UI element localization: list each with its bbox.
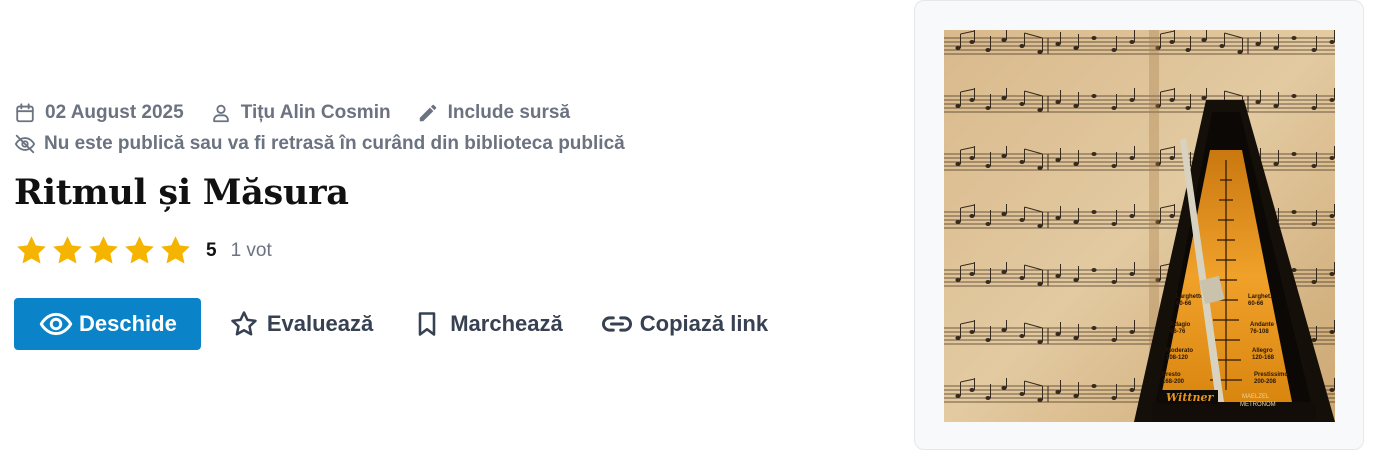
visibility-notice: Nu este publică sau va fi retrasă în cur…: [14, 133, 651, 155]
star-outline-icon: [231, 311, 257, 336]
open-button-label: Deschide: [79, 311, 177, 336]
calendar-icon: [16, 103, 34, 123]
svg-text:66-76: 66-76: [1170, 329, 1186, 335]
svg-text:Larghet.: Larghet.: [1248, 294, 1272, 300]
cover-label-right: METRONOM: [1240, 402, 1276, 408]
cover-image: Larghetto 60-66 Adagio 66-76 Moderato 108-1…: [944, 30, 1335, 422]
svg-text:60-66: 60-66: [1248, 301, 1264, 307]
rate-button-label: Evaluează: [266, 311, 374, 336]
svg-text:Adagio: Adagio: [1170, 322, 1191, 328]
svg-text:Prestissimo: Prestissimo: [1254, 372, 1288, 378]
copy-link-button-label: Copiază link: [639, 311, 769, 336]
svg-text:Andante: Andante: [1250, 322, 1275, 328]
brand-mark: Wittner: [1166, 391, 1214, 404]
cover-label-left: MAELZEL: [1242, 394, 1270, 400]
visibility-text: Nu este publică sau va fi retrasă în cur…: [44, 133, 625, 154]
bookmark-button[interactable]: Marchează: [413, 309, 563, 339]
meta-date: 02 August 2025: [14, 102, 184, 124]
star-icon: [161, 236, 190, 264]
star-icon: [53, 236, 82, 264]
eye-icon: [39, 312, 73, 336]
article-meta: 02 August 2025 Tițu Alin Cosmin Include …: [14, 102, 596, 124]
eye-off-icon: [14, 134, 36, 154]
meta-author[interactable]: Tițu Alin Cosmin: [210, 102, 391, 124]
svg-text:60-66: 60-66: [1176, 301, 1192, 307]
svg-text:Allegro: Allegro: [1252, 348, 1273, 354]
cover-card: Larghetto 60-66 Adagio 66-76 Moderato 108-1…: [914, 0, 1364, 450]
svg-text:Presto: Presto: [1162, 372, 1181, 378]
rating-count: 1 vot: [230, 239, 272, 261]
rate-button[interactable]: Evaluează: [229, 309, 373, 339]
meta-visibility: Nu este publică sau va fi retrasă în cur…: [14, 133, 625, 155]
copy-link-button[interactable]: Copiază link: [601, 309, 768, 339]
page-title: Ritmul și Măsura: [14, 172, 349, 213]
star-icon: [125, 236, 154, 264]
rating-stars: [14, 233, 194, 268]
star-icon: [17, 236, 46, 264]
meta-date-text: 02 August 2025: [45, 102, 184, 123]
star-icon: [89, 236, 118, 264]
svg-text:108-120: 108-120: [1166, 355, 1189, 361]
meta-source: Include sursă: [417, 102, 571, 124]
meta-source-text: Include sursă: [447, 102, 571, 123]
rating-value: 5: [206, 239, 217, 261]
svg-text:120-168: 120-168: [1252, 355, 1275, 361]
metronome-sheet-music-image: Larghetto60-66 Adagio66-76 Moderato108-1…: [944, 30, 1335, 422]
open-button[interactable]: Deschide: [14, 298, 201, 350]
bookmark-icon: [418, 312, 436, 336]
link-icon: [601, 316, 632, 332]
meta-author-text[interactable]: Tițu Alin Cosmin: [241, 102, 391, 124]
bookmark-button-label: Marchează: [450, 311, 563, 336]
svg-text:Moderato: Moderato: [1166, 348, 1193, 354]
pencil-icon: [419, 104, 436, 122]
user-icon: [212, 104, 229, 123]
svg-text:76-108: 76-108: [1250, 329, 1269, 335]
action-bar: Deschide Evaluează Marchează Copiază lin…: [14, 298, 768, 350]
svg-text:168-200: 168-200: [1162, 379, 1185, 385]
svg-text:Larghetto: Larghetto: [1176, 294, 1204, 300]
svg-text:200-208: 200-208: [1254, 379, 1277, 385]
rating-summary: 5 1 vot: [14, 233, 272, 268]
